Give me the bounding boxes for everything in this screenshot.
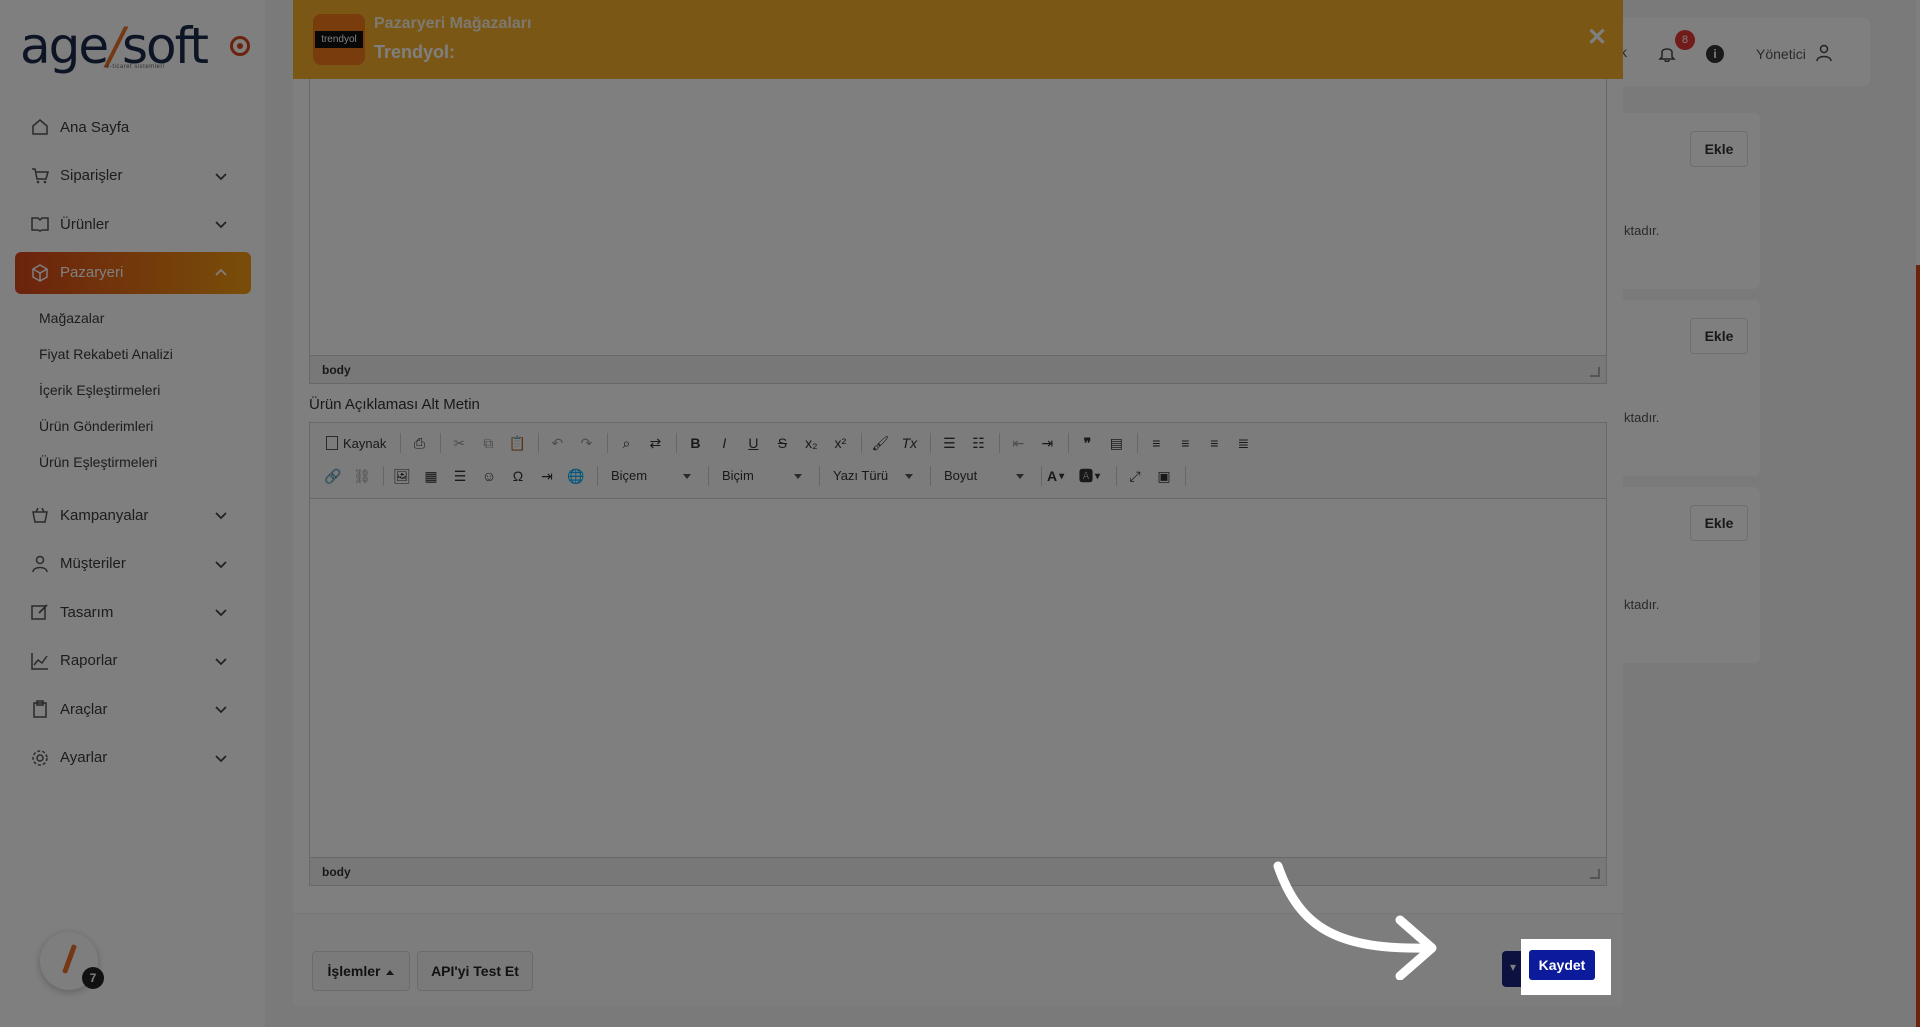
tutorial-arrow-icon [1273,861,1437,980]
tutorial-overlay [0,0,1920,1027]
save-button-highlight: Kaydet [1521,939,1611,995]
save-button[interactable]: Kaydet [1529,950,1595,980]
